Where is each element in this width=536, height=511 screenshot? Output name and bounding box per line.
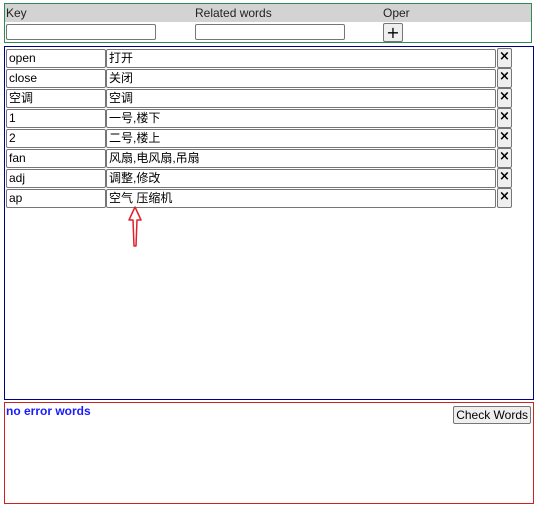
delete-button[interactable]: × — [497, 128, 512, 148]
up-arrow-icon — [128, 206, 142, 247]
key-field[interactable]: 2 — [6, 129, 106, 148]
related-words-field[interactable]: 风扇,电风扇,吊扇 — [106, 149, 496, 168]
list-row: 2 二号,楼上 × — [6, 128, 516, 148]
list-row: 1 一号,楼下 × — [6, 108, 516, 128]
list-row: close 关闭 × — [6, 68, 516, 88]
related-words-field[interactable]: 二号,楼上 — [106, 129, 496, 148]
delete-button[interactable]: × — [497, 168, 512, 188]
list-row: ap 空气 压缩机 × — [6, 188, 516, 208]
list-row: adj 调整,修改 × — [6, 168, 516, 188]
list-row: 空调 空调 × — [6, 88, 516, 108]
delete-button[interactable]: × — [497, 68, 512, 88]
related-words-field[interactable]: 一号,楼下 — [106, 109, 496, 128]
delete-button[interactable]: × — [497, 88, 512, 108]
related-words-field[interactable]: 空气 压缩机 — [106, 189, 496, 208]
key-field[interactable]: ap — [6, 189, 106, 208]
related-words-column-label: Related words — [195, 6, 272, 20]
key-field[interactable]: adj — [6, 169, 106, 188]
related-words-input[interactable] — [195, 24, 345, 40]
key-field[interactable]: 1 — [6, 109, 106, 128]
check-words-button[interactable]: Check Words — [453, 406, 531, 424]
related-words-field[interactable]: 调整,修改 — [106, 169, 496, 188]
key-field[interactable]: close — [6, 69, 106, 88]
error-panel: no error words Check Words — [4, 402, 534, 504]
word-list: open 打开 × close 关闭 × 空调 空调 × 1 一号,楼下 × 2… — [4, 46, 534, 400]
delete-button[interactable]: × — [497, 188, 512, 208]
key-input[interactable] — [6, 24, 156, 40]
key-field[interactable]: 空调 — [6, 89, 106, 108]
related-words-field[interactable]: 空调 — [106, 89, 496, 108]
key-field[interactable]: open — [6, 49, 106, 68]
key-column-label: Key — [6, 6, 27, 20]
delete-button[interactable]: × — [497, 148, 512, 168]
entry-header: Key Related words Oper + — [4, 3, 532, 43]
related-words-field[interactable]: 打开 — [106, 49, 496, 68]
list-row: open 打开 × — [6, 48, 516, 68]
add-button[interactable]: + — [383, 23, 403, 42]
error-status-message: no error words — [6, 404, 91, 418]
delete-button[interactable]: × — [497, 108, 512, 128]
delete-button[interactable]: × — [497, 48, 512, 68]
oper-column-label: Oper — [383, 6, 410, 20]
list-row: fan 风扇,电风扇,吊扇 × — [6, 148, 516, 168]
key-field[interactable]: fan — [6, 149, 106, 168]
related-words-field[interactable]: 关闭 — [106, 69, 496, 88]
